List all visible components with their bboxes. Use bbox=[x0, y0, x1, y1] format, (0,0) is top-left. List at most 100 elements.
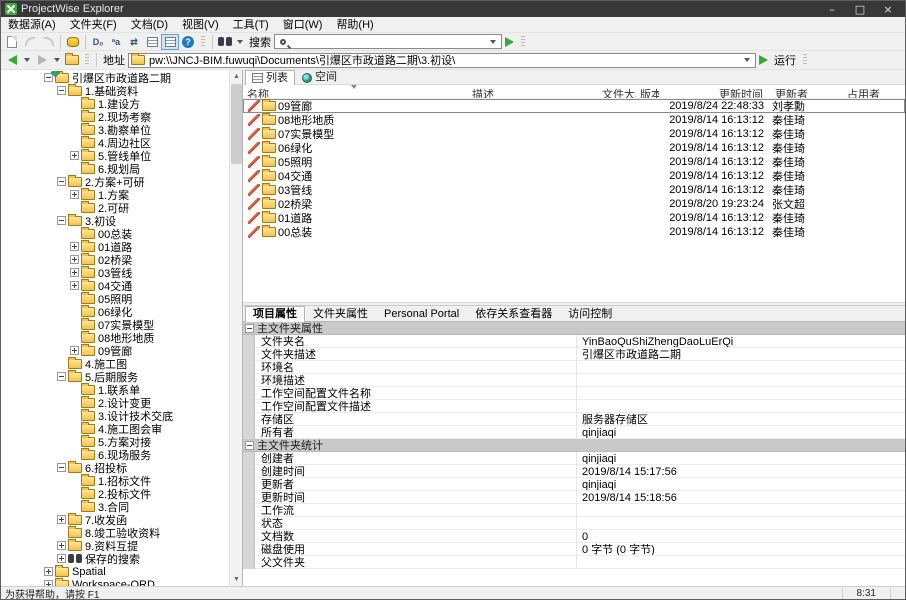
property-row[interactable]: 存储区服务器存储区 bbox=[243, 413, 905, 426]
scroll-down-icon[interactable]: ▼ bbox=[232, 575, 241, 584]
tree-item[interactable]: 保存的搜索 bbox=[1, 552, 229, 565]
menu-item-帮助[interactable]: 帮助(H) bbox=[329, 17, 380, 33]
collapse-icon[interactable] bbox=[44, 73, 53, 82]
collapse-icon[interactable] bbox=[245, 324, 254, 333]
thumbnails-view-button[interactable] bbox=[143, 34, 161, 50]
column-header-文件大小[interactable]: 文件大小 bbox=[598, 85, 636, 98]
back-button[interactable] bbox=[3, 52, 21, 68]
tab-项目属性[interactable]: 项目属性 bbox=[245, 306, 305, 322]
forward-button[interactable] bbox=[33, 52, 51, 68]
toolbar-grip[interactable] bbox=[201, 36, 205, 48]
collapse-icon[interactable] bbox=[57, 86, 66, 95]
view-toggle-button[interactable]: ⇄ bbox=[125, 34, 143, 50]
column-header-更新者[interactable]: 更新者 bbox=[767, 85, 843, 98]
file-row[interactable]: 08地形地质2019/8/14 16:13:12秦佳琦 bbox=[243, 113, 905, 127]
tree-item[interactable]: Workspace-ORD bbox=[1, 578, 229, 586]
toolbar-grip[interactable] bbox=[85, 54, 89, 66]
file-row[interactable]: 01道路2019/8/14 16:13:12秦佳琦 bbox=[243, 211, 905, 225]
menu-item-文件夹[interactable]: 文件夹(F) bbox=[63, 17, 124, 33]
property-row[interactable]: 文件夹描述引爆区市政道路二期 bbox=[243, 348, 905, 361]
tree-scrollbar[interactable]: ▲ ▼ bbox=[229, 70, 242, 586]
property-row[interactable]: 创建时间2019/8/14 15:17:56 bbox=[243, 465, 905, 478]
new-document-button[interactable] bbox=[3, 34, 21, 50]
property-row[interactable]: 文档数0 bbox=[243, 530, 905, 543]
property-row[interactable]: 文件夹名YinBaoQuShiZhengDaoLuErQi bbox=[243, 335, 905, 348]
property-row[interactable]: 更新者qinjiaqi bbox=[243, 478, 905, 491]
property-row[interactable]: 更新时间2019/8/14 15:18:56 bbox=[243, 491, 905, 504]
property-row[interactable]: 工作空间配置文件描述 bbox=[243, 400, 905, 413]
tab-空间[interactable]: 空间 bbox=[295, 70, 344, 84]
run-button[interactable] bbox=[759, 55, 768, 65]
export-button[interactable] bbox=[64, 34, 82, 50]
column-header-更新时间[interactable]: 更新时间 bbox=[659, 85, 767, 98]
tab-Personal Portal[interactable]: Personal Portal bbox=[376, 306, 467, 321]
tab-列表[interactable]: 列表 bbox=[245, 70, 295, 85]
expand-icon[interactable] bbox=[70, 255, 79, 264]
redo-button[interactable] bbox=[39, 34, 57, 50]
property-row[interactable]: 磁盘使用0 字节 (0 字节) bbox=[243, 543, 905, 556]
expand-icon[interactable] bbox=[70, 281, 79, 290]
toolbar-grip[interactable] bbox=[521, 36, 525, 48]
expand-icon[interactable] bbox=[70, 268, 79, 277]
column-header-占用者[interactable]: 占用者 bbox=[843, 85, 903, 98]
toolbar-grip[interactable] bbox=[803, 54, 807, 66]
scrollbar-thumb[interactable] bbox=[231, 84, 242, 164]
property-row[interactable]: 父文件夹 bbox=[243, 556, 905, 569]
scroll-up-icon[interactable]: ▲ bbox=[232, 72, 241, 81]
property-row[interactable]: 环境描述 bbox=[243, 374, 905, 387]
collapse-icon[interactable] bbox=[57, 372, 66, 381]
tab-访问控制[interactable]: 访问控制 bbox=[560, 306, 620, 321]
file-row[interactable]: 03管线2019/8/14 16:13:12秦佳琦 bbox=[243, 183, 905, 197]
tab-文件夹属性[interactable]: 文件夹属性 bbox=[305, 306, 376, 321]
address-input[interactable] bbox=[149, 54, 744, 67]
collapse-icon[interactable] bbox=[57, 216, 66, 225]
close-button[interactable]: × bbox=[881, 3, 895, 16]
expand-icon[interactable] bbox=[44, 567, 53, 576]
expand-icon[interactable] bbox=[57, 541, 66, 550]
attributes-button[interactable]: ªa bbox=[107, 34, 125, 50]
file-row[interactable]: 00总装2019/8/14 16:13:12秦佳琦 bbox=[243, 225, 905, 239]
minimize-button[interactable]: – bbox=[825, 3, 839, 16]
expand-icon[interactable] bbox=[57, 515, 66, 524]
menu-item-工具[interactable]: 工具(T) bbox=[226, 17, 276, 33]
forward-history-caret-icon[interactable] bbox=[54, 58, 60, 62]
find-dropdown-caret-icon[interactable] bbox=[237, 40, 243, 44]
file-row[interactable]: 04交通2019/8/14 16:13:12秦佳琦 bbox=[243, 169, 905, 183]
expand-icon[interactable] bbox=[70, 190, 79, 199]
folder-up-button[interactable] bbox=[63, 52, 81, 68]
file-row[interactable]: 07实景模型2019/8/14 16:13:12秦佳琦 bbox=[243, 127, 905, 141]
tab-依存关系查看器[interactable]: 依存关系查看器 bbox=[467, 306, 560, 321]
property-row[interactable]: 所有者qinjiaqi bbox=[243, 426, 905, 439]
help-button[interactable] bbox=[179, 34, 197, 50]
search-combo-caret-icon[interactable] bbox=[490, 40, 496, 44]
expand-icon[interactable] bbox=[70, 151, 79, 160]
file-row[interactable]: 05照明2019/8/14 16:13:12秦佳琦 bbox=[243, 155, 905, 169]
address-combo-caret-icon[interactable] bbox=[744, 58, 750, 62]
details-view-button[interactable] bbox=[161, 34, 179, 50]
expand-icon[interactable] bbox=[70, 242, 79, 251]
tree-item[interactable]: Spatial bbox=[1, 565, 229, 578]
menu-item-窗口[interactable]: 窗口(W) bbox=[276, 17, 330, 33]
search-input[interactable] bbox=[289, 35, 490, 48]
property-row[interactable]: 状态 bbox=[243, 517, 905, 530]
search-run-button[interactable] bbox=[505, 37, 514, 47]
file-row[interactable]: 09管廊2019/8/24 22:48:33刘孝勳 bbox=[243, 99, 905, 113]
file-row[interactable]: 02桥梁2019/8/20 19:23:24张文超 bbox=[243, 197, 905, 211]
back-history-caret-icon[interactable] bbox=[24, 58, 30, 62]
file-row[interactable]: 06绿化2019/8/14 16:13:12秦佳琦 bbox=[243, 141, 905, 155]
property-row[interactable]: 工作空间配置文件名称 bbox=[243, 387, 905, 400]
property-row[interactable]: 创建者qinjiaqi bbox=[243, 452, 905, 465]
column-header-版本[interactable]: 版本 bbox=[636, 85, 659, 98]
property-row[interactable]: 工作流 bbox=[243, 504, 905, 517]
menu-item-文档[interactable]: 文档(D) bbox=[124, 17, 175, 33]
column-header-名称[interactable]: 名称 bbox=[243, 85, 468, 98]
collapse-icon[interactable] bbox=[57, 177, 66, 186]
menu-item-视图[interactable]: 视图(V) bbox=[175, 17, 226, 33]
collapse-icon[interactable] bbox=[245, 441, 254, 450]
expand-icon[interactable] bbox=[70, 346, 79, 355]
column-header-描述[interactable]: 描述 bbox=[468, 85, 598, 98]
collapse-icon[interactable] bbox=[57, 463, 66, 472]
undo-button[interactable] bbox=[21, 34, 39, 50]
find-button[interactable] bbox=[216, 34, 234, 50]
expand-icon[interactable] bbox=[57, 554, 66, 563]
